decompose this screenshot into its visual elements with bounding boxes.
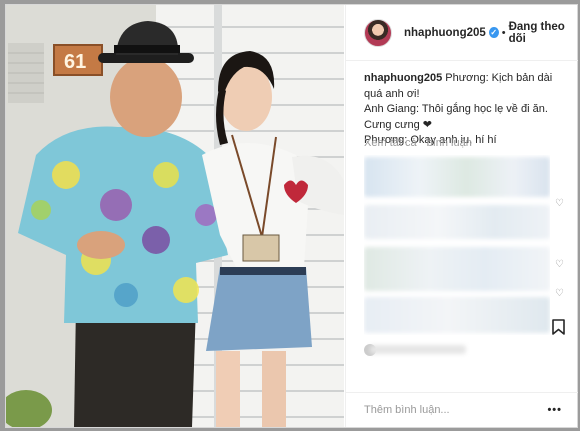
comment-footer: Thêm bình luận... ••• (346, 392, 578, 427)
instagram-post: 61 nhaphuong205 ✓ • Đang theo dõi nhaphu… (5, 4, 578, 428)
comments-label: bình luận (426, 137, 472, 149)
post-side-panel: nhaphuong205 ✓ • Đang theo dõi nhaphuong… (345, 5, 578, 427)
blurred-comment (364, 205, 550, 239)
caption-line-2: Anh Giang: Thôi gắng học lẹ về đi ăn. Cư… (364, 103, 548, 131)
heart-icon[interactable]: ♡ (555, 289, 564, 299)
username-link[interactable]: nhaphuong205 (404, 27, 486, 39)
post-photo[interactable]: 61 (6, 5, 344, 427)
blurred-likes-text (370, 345, 466, 354)
separator-dot: • (501, 26, 506, 39)
blurred-comment (364, 157, 550, 197)
following-button[interactable]: Đang theo dõi (509, 21, 578, 45)
view-all-label: Xem tất cả (364, 137, 417, 149)
more-options-icon[interactable]: ••• (547, 404, 562, 416)
comments-list-blurred (364, 155, 550, 335)
bookmark-icon[interactable] (552, 319, 565, 335)
blurred-comment (364, 247, 550, 291)
blurred-comment (364, 297, 550, 333)
caption-username-link[interactable]: nhaphuong205 (364, 72, 442, 84)
view-all-comments-link[interactable]: Xem tất cả bình luận (364, 137, 482, 149)
photo-illustration: 61 (6, 5, 344, 427)
verified-badge-icon: ✓ (488, 27, 499, 38)
likes-row-blurred (364, 343, 474, 357)
add-comment-input[interactable]: Thêm bình luận... (364, 404, 450, 416)
heart-icon[interactable]: ♡ (555, 199, 564, 209)
avatar[interactable] (364, 18, 392, 47)
house-number: 61 (64, 51, 86, 73)
post-header: nhaphuong205 ✓ • Đang theo dõi (346, 5, 578, 61)
heart-icon[interactable]: ♡ (555, 260, 564, 270)
